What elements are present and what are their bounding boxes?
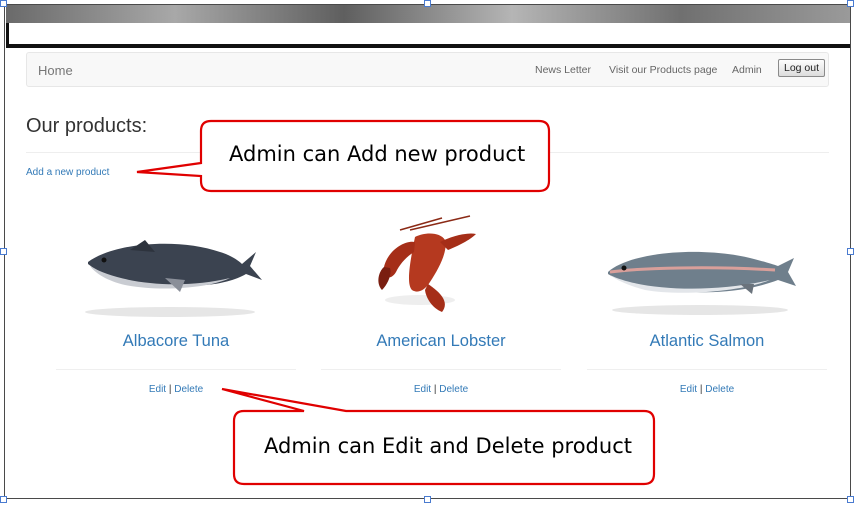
callout-edit-text: Admin can Edit and Delete product	[264, 434, 632, 458]
callout-add-text: Admin can Add new product	[229, 142, 526, 166]
callout-graphics	[136, 119, 656, 486]
